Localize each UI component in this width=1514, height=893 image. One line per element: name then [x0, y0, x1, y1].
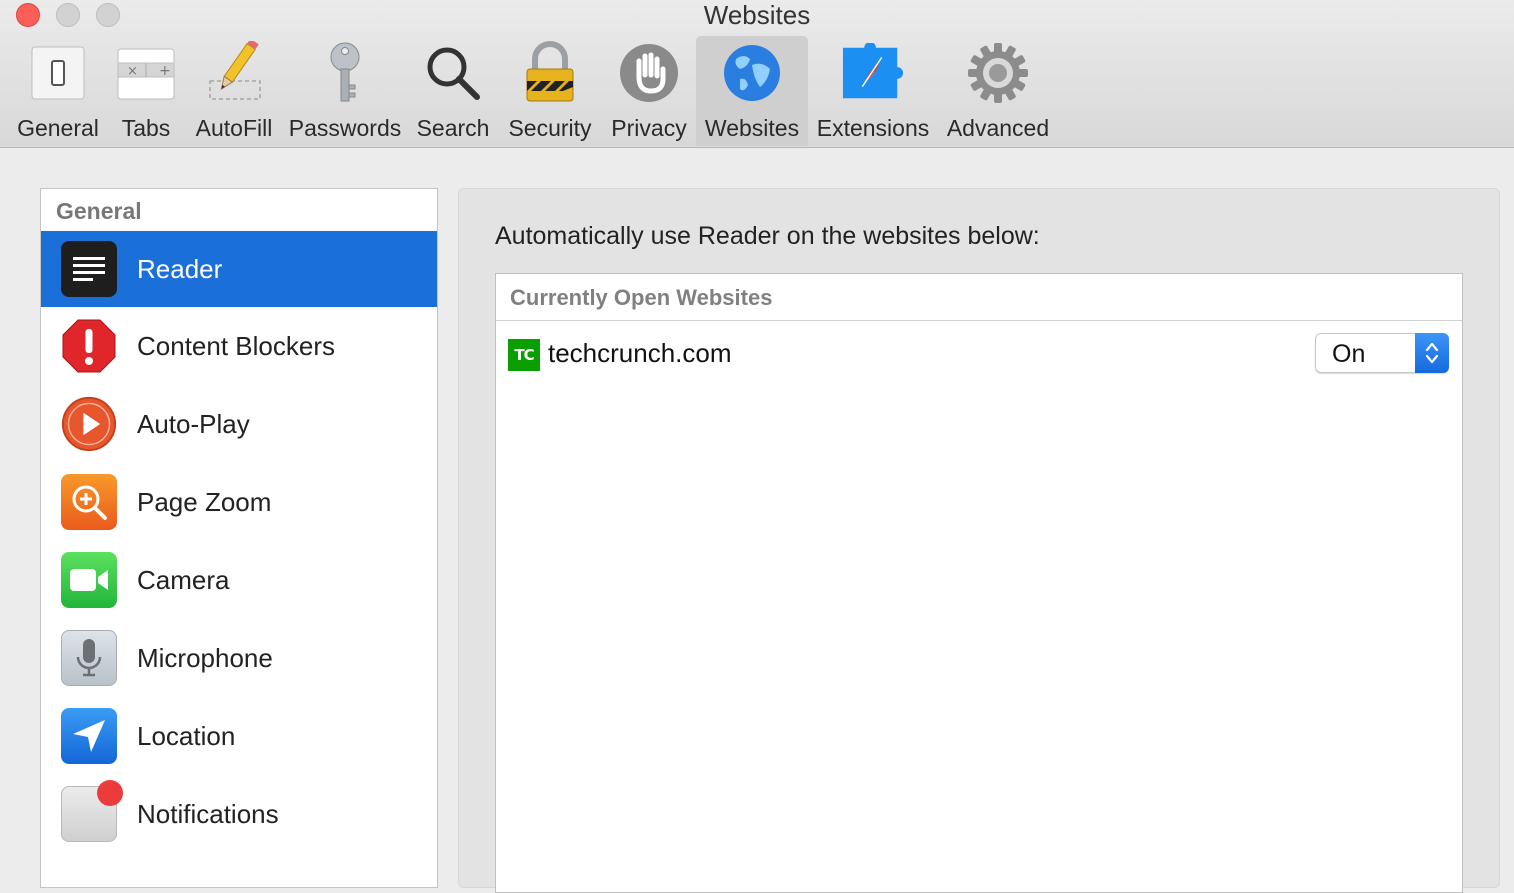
websites-table: Currently Open Websites TC techcrunch.co… — [495, 273, 1463, 893]
toolbar-privacy-label: Privacy — [611, 115, 687, 141]
toolbar-autofill[interactable]: AutoFill — [190, 36, 278, 146]
sidebar-header: General — [56, 198, 142, 224]
tabs-icon: × + — [114, 41, 178, 105]
sidebar-item-label: Auto-Play — [137, 408, 250, 439]
sidebar-item-label: Microphone — [137, 642, 273, 673]
sidebar-item-notifications[interactable]: Notifications — [41, 775, 437, 853]
panel-heading: Automatically use Reader on the websites… — [495, 222, 1040, 250]
toolbar-general-label: General — [17, 115, 99, 141]
sidebar-item-location[interactable]: Location — [41, 697, 437, 775]
toolbar-tabs-label: Tabs — [121, 115, 171, 141]
stop-sign-icon — [61, 318, 117, 374]
toolbar-advanced-label: Advanced — [946, 115, 1050, 141]
toolbar-search-label: Search — [416, 115, 490, 141]
magnifier-icon — [421, 41, 485, 105]
toolbar-websites-label: Websites — [704, 115, 800, 141]
techcrunch-favicon-icon: TC — [508, 339, 540, 371]
play-icon — [61, 396, 117, 452]
puzzle-compass-icon — [841, 41, 905, 105]
table-section-header: Currently Open Websites — [496, 274, 1462, 321]
toolbar-security-label: Security — [508, 115, 592, 141]
sidebar-item-auto-play[interactable]: Auto-Play — [41, 385, 437, 463]
toolbar-search[interactable]: Search — [412, 36, 494, 146]
toolbar-passwords[interactable]: Passwords — [286, 36, 404, 146]
sidebar-item-label: Location — [137, 720, 236, 751]
general-switch-icon — [26, 41, 90, 105]
sidebar-item-label: Reader — [137, 253, 223, 284]
pencil-icon — [202, 41, 266, 105]
reader-setting-select[interactable]: On — [1315, 333, 1449, 373]
svg-text:+: + — [159, 63, 171, 79]
select-value: On — [1332, 340, 1366, 368]
notification-badge-icon — [61, 780, 123, 842]
preferences-content: General Reader Content Blockers Auto-Pla… — [0, 148, 1514, 893]
site-name: techcrunch.com — [548, 338, 732, 368]
sidebar-item-camera[interactable]: Camera — [41, 541, 437, 619]
location-arrow-icon — [61, 708, 117, 764]
sidebar-item-label: Notifications — [137, 798, 279, 829]
sidebar: General Reader Content Blockers Auto-Pla… — [40, 188, 438, 888]
sidebar-item-label: Content Blockers — [137, 330, 335, 361]
key-icon — [313, 41, 377, 105]
toolbar-passwords-label: Passwords — [288, 115, 402, 141]
sidebar-item-label: Camera — [137, 564, 230, 595]
toolbar-tabs[interactable]: × + Tabs — [110, 36, 182, 146]
notification-badge-dot — [97, 780, 123, 806]
toolbar-extensions-label: Extensions — [816, 115, 930, 141]
sidebar-item-reader[interactable]: Reader — [41, 231, 437, 307]
window-toolbar: Websites General × + Tabs AutoFill Passw… — [0, 0, 1514, 148]
svg-text:×: × — [127, 64, 138, 79]
sidebar-item-microphone[interactable]: Microphone — [41, 619, 437, 697]
zoom-icon — [61, 474, 117, 530]
sidebar-item-content-blockers[interactable]: Content Blockers — [41, 307, 437, 385]
sidebar-item-label: Page Zoom — [137, 486, 272, 517]
microphone-icon — [61, 630, 117, 686]
toolbar-websites[interactable]: Websites — [696, 36, 808, 146]
toolbar-autofill-label: AutoFill — [195, 115, 273, 141]
globe-icon — [720, 41, 784, 105]
toolbar-privacy[interactable]: Privacy — [606, 36, 692, 146]
window-title: Websites — [703, 0, 811, 30]
toolbar-extensions[interactable]: Extensions — [814, 36, 932, 146]
websites-settings-panel: Automatically use Reader on the websites… — [458, 188, 1500, 893]
toolbar-advanced[interactable]: Advanced — [942, 36, 1054, 146]
padlock-icon — [518, 41, 582, 105]
gear-icon — [966, 41, 1030, 105]
reader-icon — [61, 241, 117, 297]
toolbar-general[interactable]: General — [12, 36, 104, 146]
toolbar-security[interactable]: Security — [502, 36, 598, 146]
table-row[interactable]: TC techcrunch.com On — [496, 321, 1462, 387]
hand-icon — [617, 41, 681, 105]
sidebar-item-page-zoom[interactable]: Page Zoom — [41, 463, 437, 541]
select-stepper-icon — [1415, 333, 1449, 373]
camera-icon — [61, 552, 117, 608]
